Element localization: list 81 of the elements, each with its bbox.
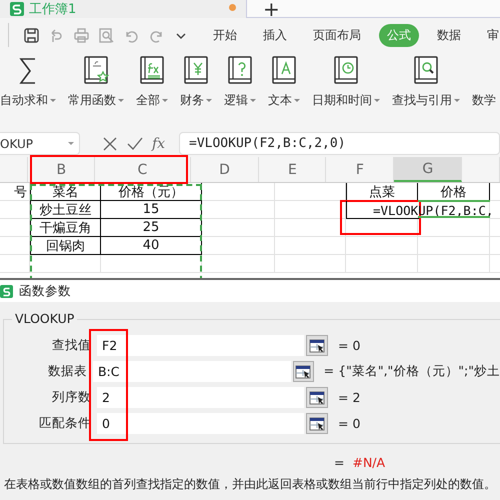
argument-input[interactable]: F2 [97,335,304,356]
table-cell: 炒土豆丝 [30,201,101,219]
insert-function-button[interactable]: fx [152,136,166,152]
table-cell [0,219,30,237]
cancel-icon[interactable] [102,136,118,152]
new-tab-button[interactable]: + [263,0,280,16]
range-picker-button[interactable] [306,413,328,434]
caret-icon [250,99,256,102]
argument-result: = 0 [338,338,360,353]
table-cell: 回锅肉 [30,237,101,255]
range-picker-button[interactable] [306,387,328,408]
table-cell [275,219,346,237]
table-cell: 15 [101,201,202,219]
ribbon-button[interactable]: 数学 [472,92,496,109]
table-cell [418,219,490,237]
table-cell [346,219,418,237]
ribbon-button[interactable]: 常用函数 [68,92,124,109]
range-picker-button[interactable] [292,361,314,382]
caret-icon [118,99,124,102]
argument-label: 匹配条件 [38,415,91,432]
argument-label: 列序数 [51,389,91,406]
table-cell: 号 [0,183,30,201]
save-icon[interactable] [23,26,40,44]
argument-input[interactable]: 2 [97,387,304,408]
ribbon-button[interactable]: 逻辑 [224,92,256,109]
table-cell [275,183,346,201]
argument-result: = 0 [338,416,360,431]
ribbon-button[interactable]: 文本 [268,92,300,109]
ribbon-button[interactable]: 日期和时间 [312,92,380,109]
column-header[interactable]: G [394,157,462,182]
menu-tab[interactable]: 审 [479,24,499,46]
menu-tab[interactable]: 开始 [205,24,245,46]
caret-icon [162,99,168,102]
table-cell: 40 [101,237,202,255]
column-header[interactable]: E [259,157,326,182]
ribbon-button[interactable]: 财务 [180,92,212,109]
table-cell: 25 [101,219,202,237]
argument-input[interactable]: B:C [92,361,291,382]
ribbon-button[interactable]: 自动求和 [0,92,56,109]
caret-icon [374,99,380,102]
table-cell [275,237,346,255]
argument-input[interactable]: 0 [97,413,304,434]
menu-tab[interactable]: 页面布局 [305,24,369,46]
ribbon-button[interactable]: 查找与引用 [392,92,460,109]
dialog-title: 函数参数 [19,282,71,300]
name-box[interactable]: OKUP [0,132,80,155]
formula-result: #N/A [352,455,386,470]
column-header[interactable]: D [190,157,260,182]
range-picker-button[interactable] [306,335,328,356]
table-cell [0,255,30,273]
menu-tab[interactable]: 数据 [429,24,469,46]
caret-icon [454,99,460,102]
table-cell: 价格（元） [101,183,202,201]
app-logo-icon [10,2,24,16]
confirm-icon[interactable] [127,136,143,152]
group-label: VLOOKUP [12,311,78,326]
table-cell [418,255,490,273]
function-description: 在表格或数值数组的首列查找指定的数值，并由此返回表格或数组当前行中指定列处的数值。 [4,476,497,493]
ribbon-button[interactable]: 全部 [136,92,168,109]
table-cell [0,201,30,219]
table-cell [346,255,418,273]
table-cell [346,237,418,255]
table-cell [0,237,30,255]
argument-label: 查找值 [51,337,91,354]
equals-sign: = [334,455,344,470]
column-header[interactable]: C [95,157,191,182]
column-header[interactable]: B [28,157,96,182]
table-cell: 价格 [418,183,490,201]
argument-label: 数据表 [46,363,87,380]
table-cell [418,237,490,255]
argument-result: = {"菜名","价格（元）";"炒土 [324,363,500,380]
caret-icon [50,99,56,102]
caret-icon [294,99,300,102]
formula-input[interactable]: =VLOOKUP(F2,B:C,2,0) [179,132,500,155]
table-cell: 菜名 [30,183,101,201]
menu-tab[interactable]: 插入 [255,24,295,46]
caret-icon [206,99,212,102]
argument-result: = 2 [338,390,360,405]
table-cell [30,255,101,273]
table-cell: 干煸豆角 [30,219,101,237]
table-cell [275,255,346,273]
